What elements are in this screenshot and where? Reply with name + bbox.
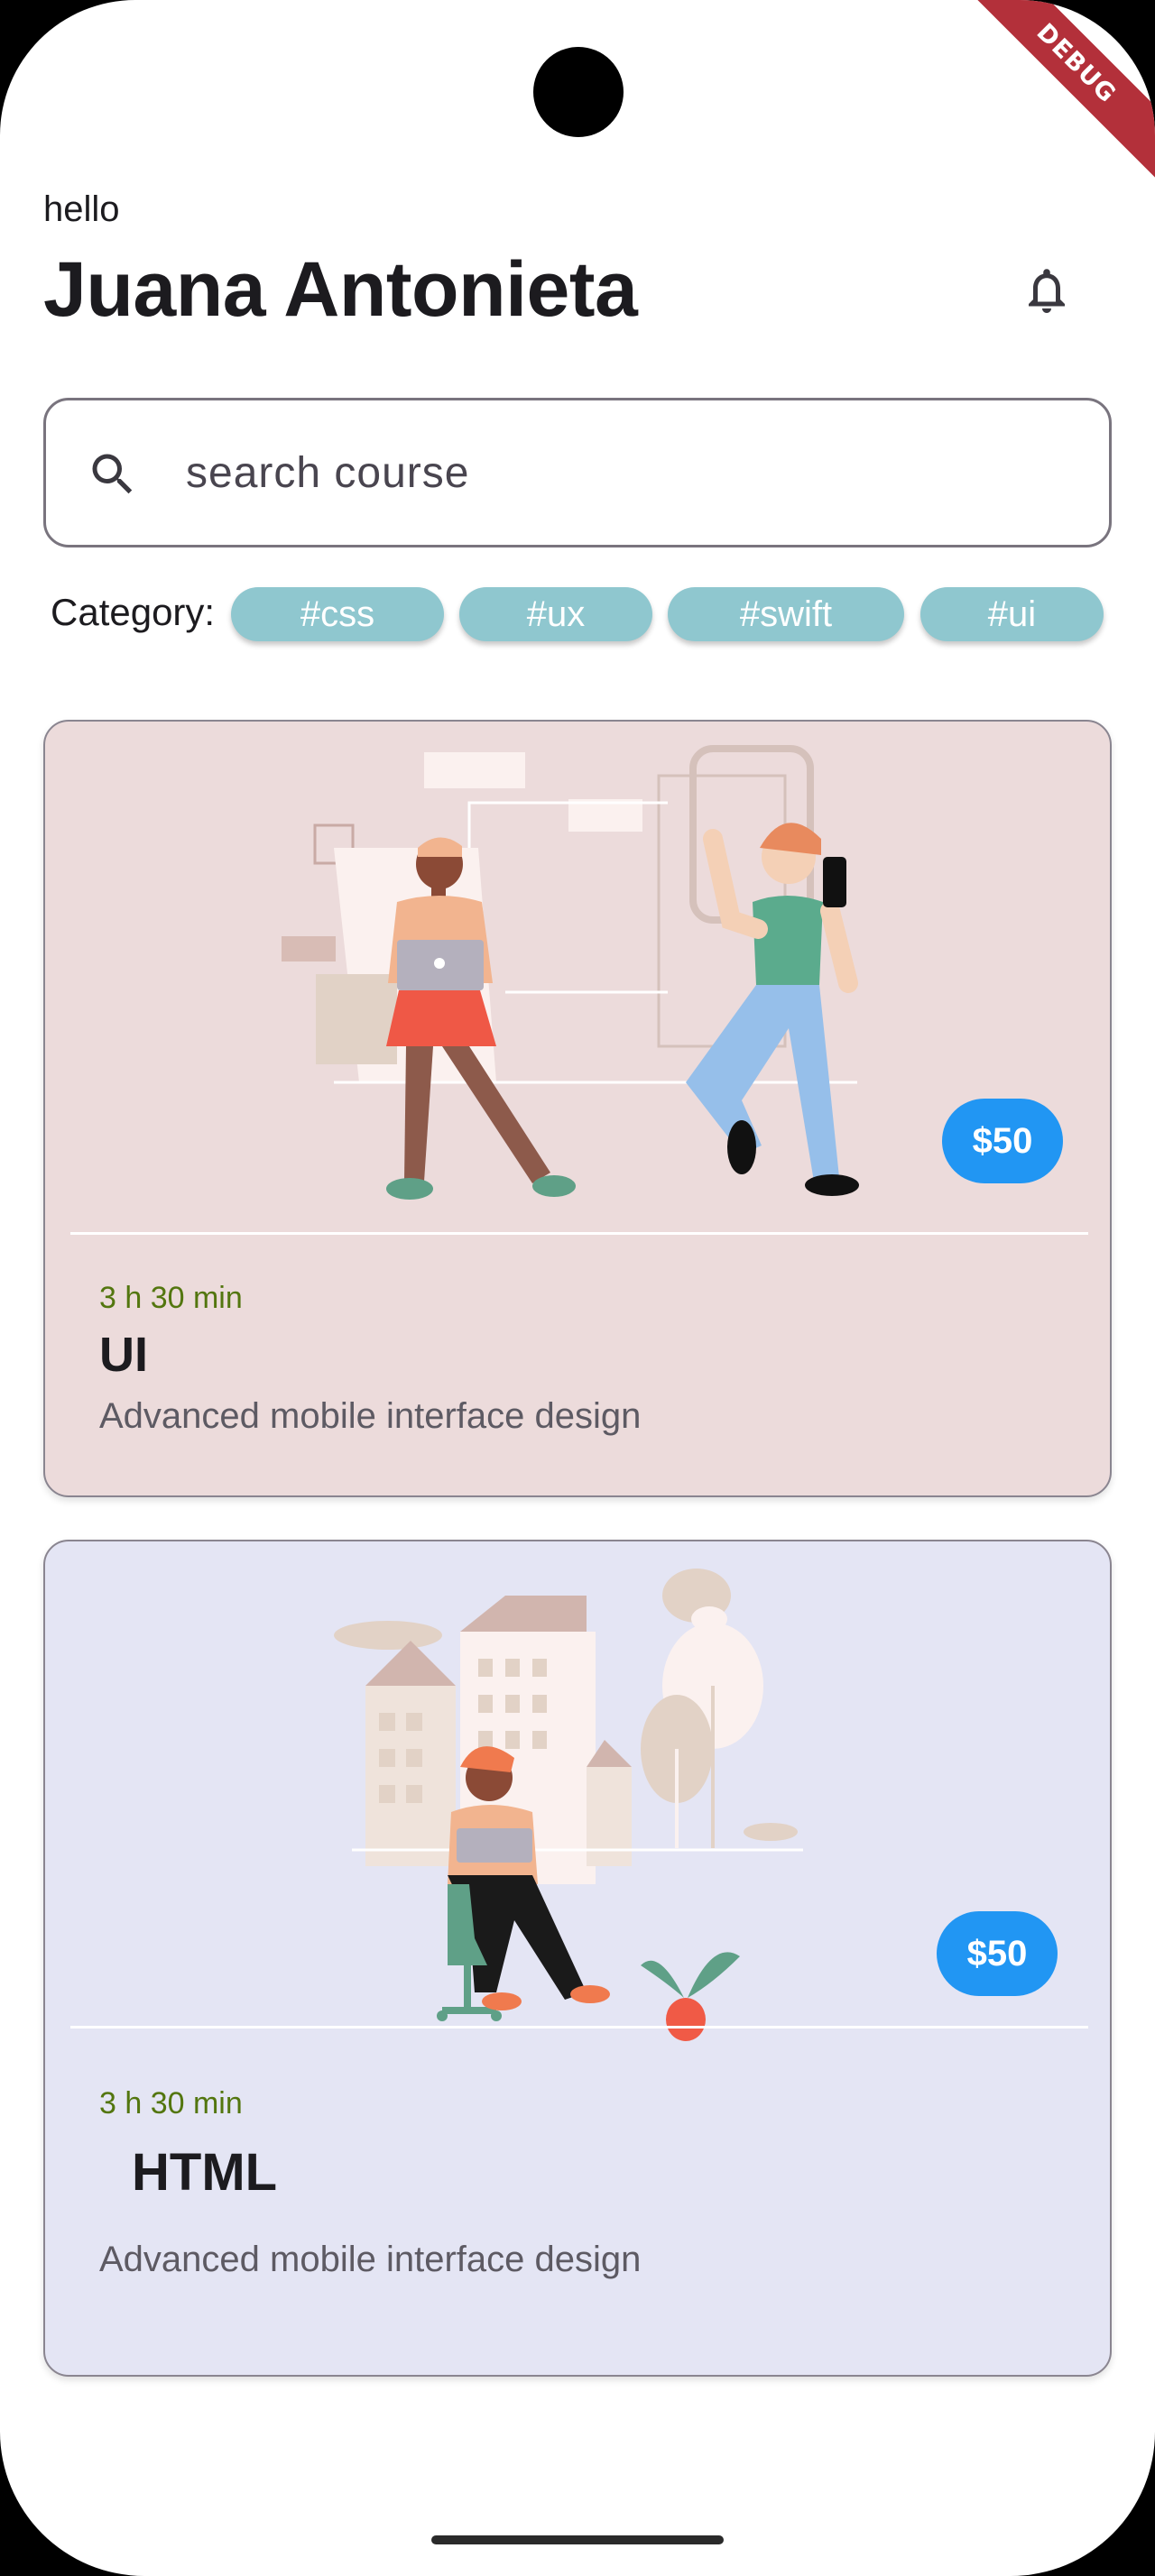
user-name-heading: Juana Antonieta bbox=[43, 246, 638, 333]
card-divider bbox=[70, 2026, 1088, 2029]
course-card-ui[interactable]: $50 3 h 30 min UI Advanced mobile interf… bbox=[43, 720, 1112, 1497]
price-badge: $50 bbox=[937, 1911, 1058, 1996]
chip-swift[interactable]: #swift bbox=[668, 587, 904, 641]
debug-banner: DEBUG bbox=[953, 0, 1155, 187]
course-description: Advanced mobile interface design bbox=[99, 1396, 642, 1436]
home-indicator[interactable] bbox=[431, 2535, 724, 2544]
bell-icon[interactable] bbox=[1020, 262, 1074, 319]
course-description: Advanced mobile interface design bbox=[99, 2240, 642, 2279]
app-screen: DEBUG hello Juana Antonieta Category: #c… bbox=[0, 0, 1155, 2576]
course-card-html[interactable]: $50 3 h 30 min HTML Advanced mobile inte… bbox=[43, 1540, 1112, 2377]
price-badge: $50 bbox=[942, 1099, 1063, 1183]
category-label: Category: bbox=[51, 591, 216, 633]
course-duration: 3 h 30 min bbox=[99, 1281, 243, 1315]
camera-cutout bbox=[533, 47, 624, 137]
chip-ui[interactable]: #ui bbox=[920, 587, 1104, 641]
search-icon[interactable] bbox=[86, 447, 140, 501]
search-input[interactable] bbox=[186, 437, 998, 509]
card-divider bbox=[70, 1232, 1088, 1235]
course-title: UI bbox=[99, 1328, 148, 1382]
course-title: HTML bbox=[132, 2143, 278, 2202]
chip-css[interactable]: #css bbox=[231, 587, 444, 641]
chip-ux[interactable]: #ux bbox=[459, 587, 652, 641]
search-field[interactable] bbox=[43, 398, 1112, 547]
greeting-text: hello bbox=[43, 189, 120, 229]
course-duration: 3 h 30 min bbox=[99, 2086, 243, 2121]
